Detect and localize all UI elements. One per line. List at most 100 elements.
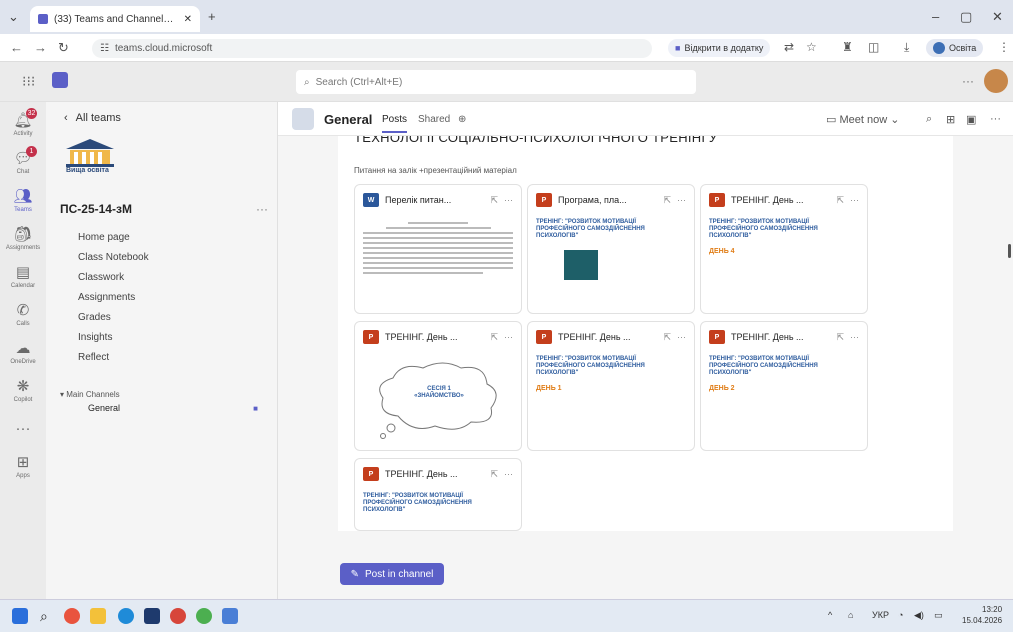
rail-chat[interactable]: 💬︎ Chat 1 — [0, 144, 46, 182]
more-icon[interactable]: ··· — [850, 195, 859, 205]
language-indicator[interactable]: УКР — [872, 610, 889, 620]
preview-day: ДЕНЬ 2 — [709, 385, 735, 392]
add-tab-icon[interactable]: ⊕ — [458, 114, 466, 125]
back-arrow-icon[interactable]: ← — [10, 40, 23, 55]
meet-now-button[interactable]: ▭ Meet now ⌄ — [826, 113, 899, 126]
minimize-icon[interactable]: – — [932, 9, 939, 24]
nav-classwork[interactable]: Classwork — [78, 272, 124, 283]
site-info-icon[interactable]: ☷ — [100, 43, 109, 54]
rail-onedrive[interactable]: ☁︎ OneDrive — [0, 334, 46, 372]
nav-insights[interactable]: Insights — [78, 332, 112, 343]
channel-video-icon: ■ — [253, 403, 258, 413]
teams-logo-icon — [52, 72, 68, 88]
team-more-icon[interactable]: ··· — [256, 202, 268, 216]
post-in-channel-button[interactable]: ✎ Post in channel — [340, 563, 444, 585]
nav-class-notebook[interactable]: Class Notebook — [78, 252, 149, 263]
chrome-icon[interactable] — [196, 608, 212, 624]
file-card[interactable]: P ТРЕНІНГ. День ... ⇱ ··· ТРЕНІНГ: "РОЗВ… — [700, 184, 868, 314]
wifi-icon[interactable]: ◔ — [898, 610, 903, 620]
nav-grades[interactable]: Grades — [78, 312, 111, 323]
share-icon[interactable]: ⇱ — [490, 332, 498, 343]
rail-label: OneDrive — [10, 359, 36, 365]
rail-activity[interactable]: 🔔︎ Activity 32 — [0, 106, 46, 144]
app-icon[interactable] — [222, 608, 238, 624]
copilot-app-icon[interactable] — [64, 608, 80, 624]
share-icon[interactable]: ⇱ — [663, 332, 671, 343]
grid-icon[interactable]: ⊞ — [946, 113, 955, 126]
share-icon[interactable]: ⇱ — [663, 195, 671, 206]
more-options-icon[interactable]: ··· — [962, 74, 974, 88]
more-icon[interactable]: ··· — [990, 113, 1001, 125]
star-icon[interactable]: ☆ — [806, 40, 817, 54]
channel-item-general[interactable]: General ■ — [52, 398, 270, 418]
share-icon[interactable]: ⇱ — [836, 332, 844, 343]
new-tab-icon[interactable]: + — [208, 9, 216, 24]
store-icon[interactable] — [144, 608, 160, 624]
all-teams-link[interactable]: ‹ All teams — [64, 112, 121, 124]
rail-assignments[interactable]: 🎒︎ Assignments — [0, 220, 46, 258]
tab-list-icon[interactable]: ⌄ — [8, 9, 19, 25]
url-field[interactable]: ☷ teams.cloud.microsoft — [92, 39, 652, 58]
maximize-icon[interactable]: ▢ — [960, 9, 972, 25]
rail-label: Chat — [16, 169, 30, 175]
more-icon[interactable]: ··· — [677, 332, 686, 342]
close-window-icon[interactable]: ✕ — [992, 9, 1003, 25]
volume-icon[interactable]: ◀︎) — [914, 610, 924, 621]
more-icon[interactable]: ··· — [504, 469, 513, 479]
rail-more[interactable]: ··· — [0, 410, 46, 448]
download-icon[interactable]: ⤓ — [904, 40, 909, 55]
profile-button[interactable]: Освіта — [926, 39, 984, 57]
more-icon[interactable]: ··· — [677, 195, 686, 205]
browser-tab[interactable]: (33) Teams and Channels | Gen ✕ — [30, 6, 200, 32]
chevron-up-icon[interactable]: ^ — [828, 610, 832, 620]
nav-reflect[interactable]: Reflect — [78, 352, 109, 363]
file-card[interactable]: P ТРЕНІНГ. День ... ⇱ ··· СЕСІЯ 1 «ЗНАЙО… — [354, 321, 522, 451]
browser-menu-icon[interactable]: ⋮ — [998, 40, 1010, 54]
user-avatar[interactable] — [984, 69, 1008, 93]
edge-icon[interactable] — [118, 608, 134, 624]
chevron-left-icon: ‹ — [64, 112, 68, 124]
search-icon[interactable]: ⌕ — [40, 608, 56, 624]
clock[interactable]: 13:20 15.04.2026 — [962, 604, 1002, 626]
forward-arrow-icon[interactable]: → — [34, 40, 47, 55]
more-icon[interactable]: ··· — [504, 195, 513, 205]
preview-text: ТРЕНІНГ: "РОЗВИТОК МОТИВАЦІЇ ПРОФЕСІЙНОГ… — [363, 493, 472, 513]
extension-icon[interactable]: ♜ — [842, 40, 853, 54]
info-icon[interactable]: ▣ — [966, 113, 976, 126]
tab-posts[interactable]: Posts — [382, 114, 408, 133]
share-icon[interactable]: ⇱ — [490, 195, 498, 206]
rail-apps[interactable]: ⊞ Apps — [0, 448, 46, 486]
app-icon[interactable] — [170, 608, 186, 624]
assignments-icon: 🎒︎ — [13, 226, 33, 243]
file-card[interactable]: P ТРЕНІНГ. День ... ⇱ ··· ТРЕНІНГ: "РОЗВ… — [527, 321, 695, 451]
rail-calls[interactable]: ✆ Calls — [0, 296, 46, 334]
more-icon[interactable]: ··· — [850, 332, 859, 342]
file-card-title: ТРЕНІНГ. День ... — [385, 469, 458, 479]
battery-icon[interactable]: ▭ — [934, 610, 943, 621]
app-launcher-icon[interactable]: ⁝⁝⁝ — [22, 73, 35, 90]
share-icon[interactable]: ⇱ — [836, 195, 844, 206]
network-icon[interactable]: ⌂ — [848, 610, 853, 620]
split-screen-icon[interactable]: ◫ — [868, 40, 879, 54]
translate-icon[interactable]: ⇄ — [784, 40, 794, 54]
start-icon[interactable] — [12, 608, 28, 624]
file-explorer-icon[interactable] — [90, 608, 106, 624]
open-in-app-button[interactable]: ■ Відкрити в додатку — [668, 39, 771, 57]
reload-icon[interactable]: ↻ — [58, 40, 69, 56]
search-input[interactable]: ⌕ Search (Ctrl+Alt+E) — [296, 70, 696, 94]
file-card[interactable]: P Програма, пла... ⇱ ··· ТРЕНІНГ: "РОЗВИ… — [527, 184, 695, 314]
nav-home-page[interactable]: Home page — [78, 232, 130, 243]
file-card[interactable]: W Перелік питан... ⇱ ··· — [354, 184, 522, 314]
file-card[interactable]: P ТРЕНІНГ. День ... ⇱ ··· ТРЕНІНГ: "РОЗВ… — [354, 458, 522, 531]
tab-shared[interactable]: Shared — [418, 114, 450, 125]
rail-teams[interactable]: 👥︎ Teams — [0, 182, 46, 220]
nav-assignments[interactable]: Assignments — [78, 292, 135, 303]
close-tab-icon[interactable]: ✕ — [184, 14, 192, 25]
more-icon[interactable]: ··· — [504, 332, 513, 342]
scrollbar-thumb[interactable] — [1008, 244, 1011, 258]
share-icon[interactable]: ⇱ — [490, 469, 498, 480]
file-card[interactable]: P ТРЕНІНГ. День ... ⇱ ··· ТРЕНІНГ: "РОЗВ… — [700, 321, 868, 451]
search-channel-icon[interactable]: ⌕ — [926, 113, 932, 126]
rail-copilot[interactable]: ❋ Copilot — [0, 372, 46, 410]
rail-calendar[interactable]: ▤ Calendar — [0, 258, 46, 296]
